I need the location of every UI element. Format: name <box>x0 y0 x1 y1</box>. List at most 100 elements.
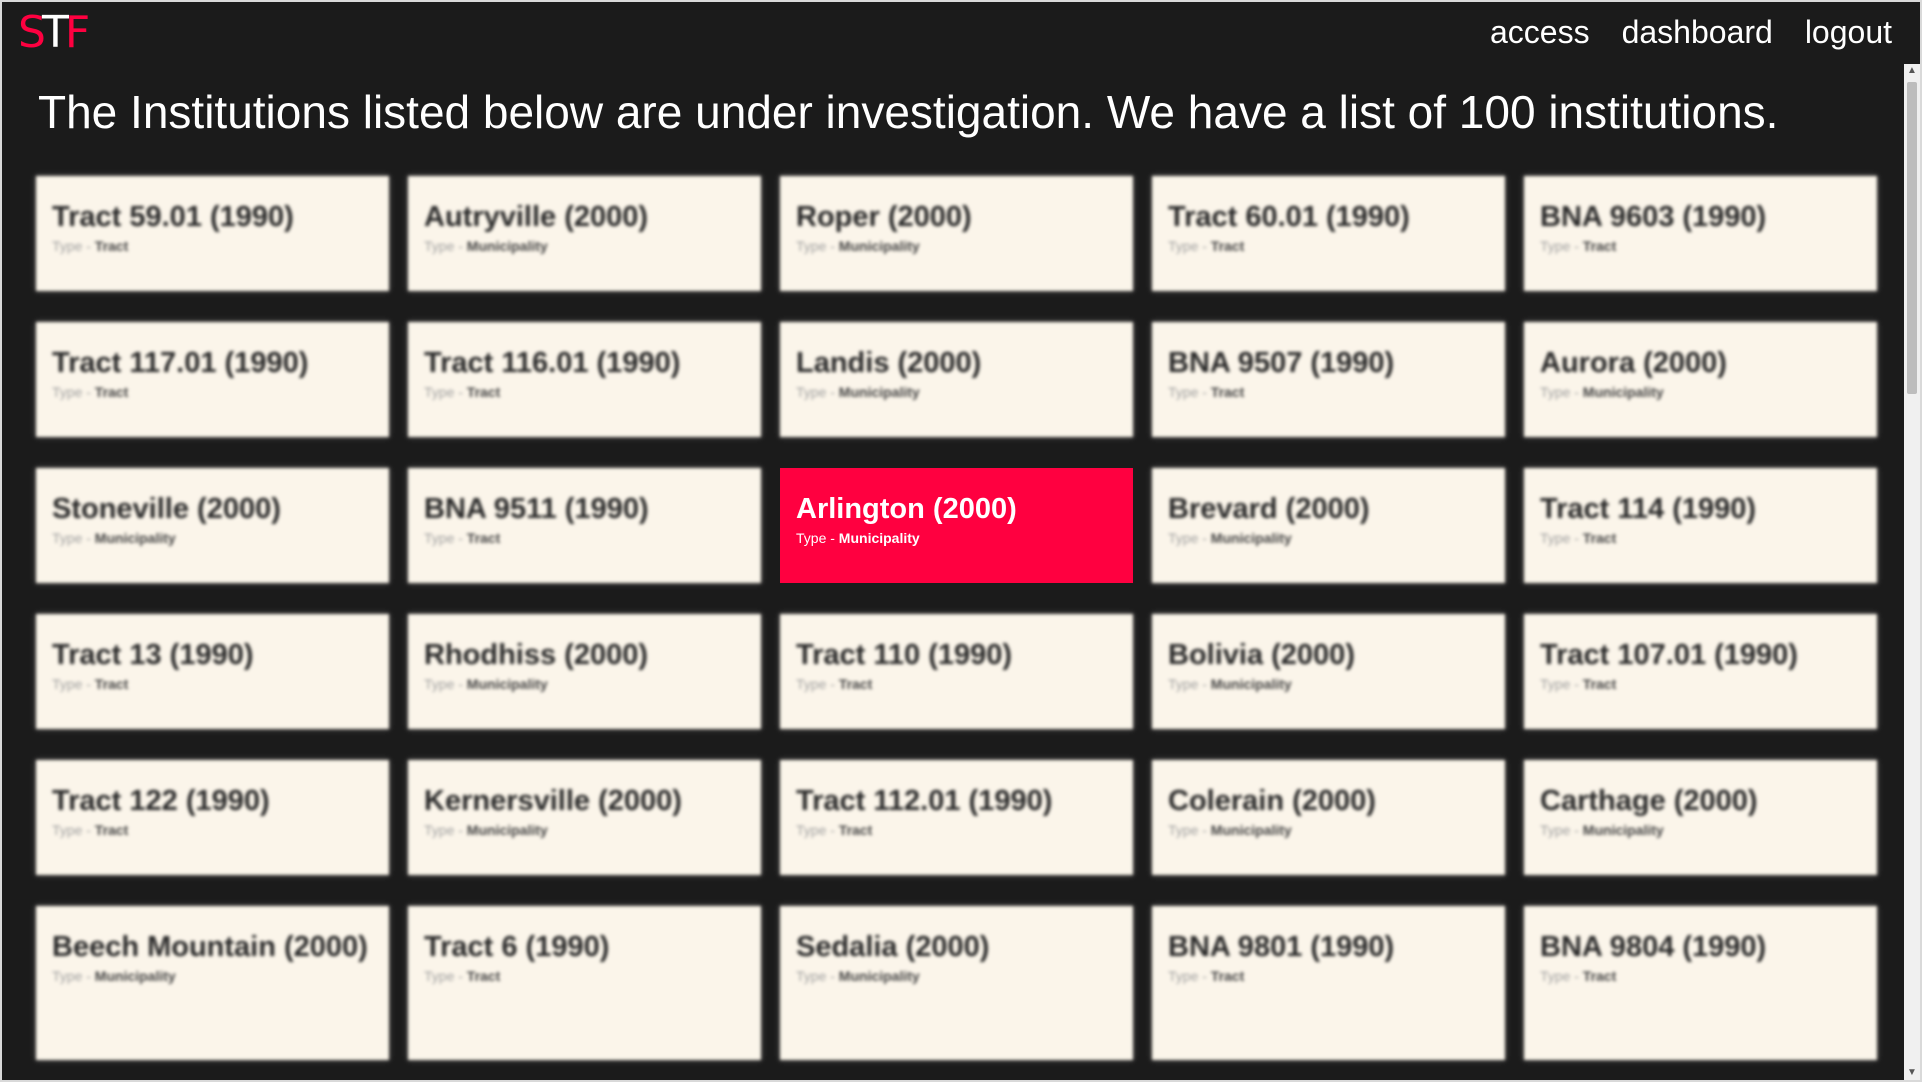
type-value: Tract <box>1210 384 1245 400</box>
institution-type: Type - Tract <box>52 236 373 256</box>
institution-card[interactable]: Carthage (2000) Type - Municipality <box>1524 760 1877 875</box>
institution-card[interactable]: Tract 122 (1990) Type - Tract <box>36 760 389 875</box>
institution-card[interactable]: BNA 9801 (1990) Type - Tract <box>1152 906 1505 1060</box>
type-prefix: Type - <box>1540 384 1583 400</box>
institution-name: Colerain (2000) <box>1168 785 1376 817</box>
institution-name: Brevard (2000) <box>1168 493 1370 525</box>
type-prefix: Type - <box>424 676 467 692</box>
institution-name: Arlington (2000) <box>796 493 1017 525</box>
logo-letter-f: F <box>64 7 90 58</box>
institution-card[interactable]: Brevard (2000) Type - Municipality <box>1152 468 1505 583</box>
institution-type: Type - Municipality <box>796 966 1117 986</box>
type-value: Municipality <box>94 530 176 546</box>
type-prefix: Type - <box>52 530 95 546</box>
institution-card[interactable]: Aurora (2000) Type - Municipality <box>1524 322 1877 437</box>
institution-type: Type - Municipality <box>1168 820 1489 840</box>
institution-type: Type - Tract <box>1168 966 1489 986</box>
institution-card[interactable]: Stoneville (2000) Type - Municipality <box>36 468 389 583</box>
scroll-up-arrow-icon[interactable]: ▲ <box>1904 64 1920 78</box>
institution-card[interactable]: Tract 117.01 (1990) Type - Tract <box>36 322 389 437</box>
nav-logout-link[interactable]: logout <box>1805 12 1892 52</box>
type-value: Municipality <box>1210 822 1292 838</box>
type-value: Tract <box>1582 530 1617 546</box>
type-value: Tract <box>1582 676 1617 692</box>
type-value: Tract <box>94 676 129 692</box>
institution-card[interactable]: Colerain (2000) Type - Municipality <box>1152 760 1505 875</box>
institution-type: Type - Municipality <box>796 528 1117 548</box>
type-prefix: Type - <box>1540 968 1583 984</box>
institution-card[interactable]: Tract 107.01 (1990) Type - Tract <box>1524 614 1877 729</box>
institution-type: Type - Tract <box>1540 966 1861 986</box>
institution-name: Landis (2000) <box>796 347 982 379</box>
nav-access-link[interactable]: access <box>1490 12 1590 52</box>
institution-name: BNA 9804 (1990) <box>1540 931 1767 963</box>
type-prefix: Type - <box>1168 968 1211 984</box>
institution-type: Type - Municipality <box>796 382 1117 402</box>
institution-card[interactable]: BNA 9804 (1990) Type - Tract <box>1524 906 1877 1060</box>
institution-card[interactable]: Rhodhiss (2000) Type - Municipality <box>408 614 761 729</box>
type-value: Tract <box>94 822 129 838</box>
institution-type: Type - Municipality <box>52 966 373 986</box>
vertical-scrollbar[interactable]: ▲ ▼ <box>1904 64 1920 1080</box>
institution-type: Type - Municipality <box>1168 674 1489 694</box>
type-prefix: Type - <box>52 384 95 400</box>
type-value: Municipality <box>838 384 920 400</box>
institution-name: Stoneville (2000) <box>52 493 281 525</box>
institution-type: Type - Municipality <box>1540 820 1861 840</box>
institution-card[interactable]: Bolivia (2000) Type - Municipality <box>1152 614 1505 729</box>
type-value: Tract <box>1210 968 1245 984</box>
scroll-thumb[interactable] <box>1907 82 1917 394</box>
institution-card[interactable]: Tract 60.01 (1990) Type - Tract <box>1152 176 1505 291</box>
institution-card[interactable]: Tract 6 (1990) Type - Tract <box>408 906 761 1060</box>
type-prefix: Type - <box>424 968 467 984</box>
type-prefix: Type - <box>796 238 839 254</box>
institution-card[interactable]: BNA 9603 (1990) Type - Tract <box>1524 176 1877 291</box>
institution-name: Tract 112.01 (1990) <box>796 785 1053 817</box>
type-prefix: Type - <box>424 822 467 838</box>
institution-type: Type - Municipality <box>424 674 745 694</box>
institution-name: Autryville (2000) <box>424 201 649 233</box>
institution-name: Aurora (2000) <box>1540 347 1727 379</box>
type-value: Tract <box>838 822 873 838</box>
institution-card[interactable]: Tract 114 (1990) Type - Tract <box>1524 468 1877 583</box>
type-value: Municipality <box>1582 384 1664 400</box>
institution-card[interactable]: BNA 9507 (1990) Type - Tract <box>1152 322 1505 437</box>
type-prefix: Type - <box>1168 384 1211 400</box>
type-prefix: Type - <box>52 676 95 692</box>
type-value: Tract <box>466 530 501 546</box>
institution-card[interactable]: Arlington (2000) Type - Municipality <box>780 468 1133 583</box>
type-value: Municipality <box>838 238 920 254</box>
app-window: STF access dashboard logout The Institut… <box>0 0 1922 1082</box>
nav-dashboard-link[interactable]: dashboard <box>1622 12 1773 52</box>
institution-card[interactable]: Tract 116.01 (1990) Type - Tract <box>408 322 761 437</box>
stf-logo[interactable]: STF <box>18 7 90 58</box>
institution-name: BNA 9511 (1990) <box>424 493 649 525</box>
main-nav: access dashboard logout <box>1490 12 1892 52</box>
institution-name: Sedalia (2000) <box>796 931 990 963</box>
institution-name: BNA 9507 (1990) <box>1168 347 1395 379</box>
institution-card[interactable]: Beech Mountain (2000) Type - Municipality <box>36 906 389 1060</box>
type-value: Tract <box>838 676 873 692</box>
institution-type: Type - Municipality <box>52 528 373 548</box>
institution-type: Type - Tract <box>52 820 373 840</box>
type-prefix: Type - <box>796 384 839 400</box>
type-value: Municipality <box>466 822 548 838</box>
institution-card[interactable]: Kernersville (2000) Type - Municipality <box>408 760 761 875</box>
scroll-down-arrow-icon[interactable]: ▼ <box>1904 1066 1920 1080</box>
institution-type: Type - Municipality <box>424 236 745 256</box>
type-value: Municipality <box>94 968 176 984</box>
institution-card[interactable]: Landis (2000) Type - Municipality <box>780 322 1133 437</box>
institution-card[interactable]: Roper (2000) Type - Municipality <box>780 176 1133 291</box>
institution-card[interactable]: Tract 59.01 (1990) Type - Tract <box>36 176 389 291</box>
type-value: Municipality <box>466 676 548 692</box>
institution-name: Tract 107.01 (1990) <box>1540 639 1798 671</box>
institution-card[interactable]: Tract 110 (1990) Type - Tract <box>780 614 1133 729</box>
type-prefix: Type - <box>796 530 839 546</box>
institution-name: Tract 60.01 (1990) <box>1168 201 1410 233</box>
institution-card[interactable]: Sedalia (2000) Type - Municipality <box>780 906 1133 1060</box>
institution-card[interactable]: Tract 112.01 (1990) Type - Tract <box>780 760 1133 875</box>
institution-card[interactable]: BNA 9511 (1990) Type - Tract <box>408 468 761 583</box>
institution-card[interactable]: Autryville (2000) Type - Municipality <box>408 176 761 291</box>
type-prefix: Type - <box>796 676 839 692</box>
institution-card[interactable]: Tract 13 (1990) Type - Tract <box>36 614 389 729</box>
